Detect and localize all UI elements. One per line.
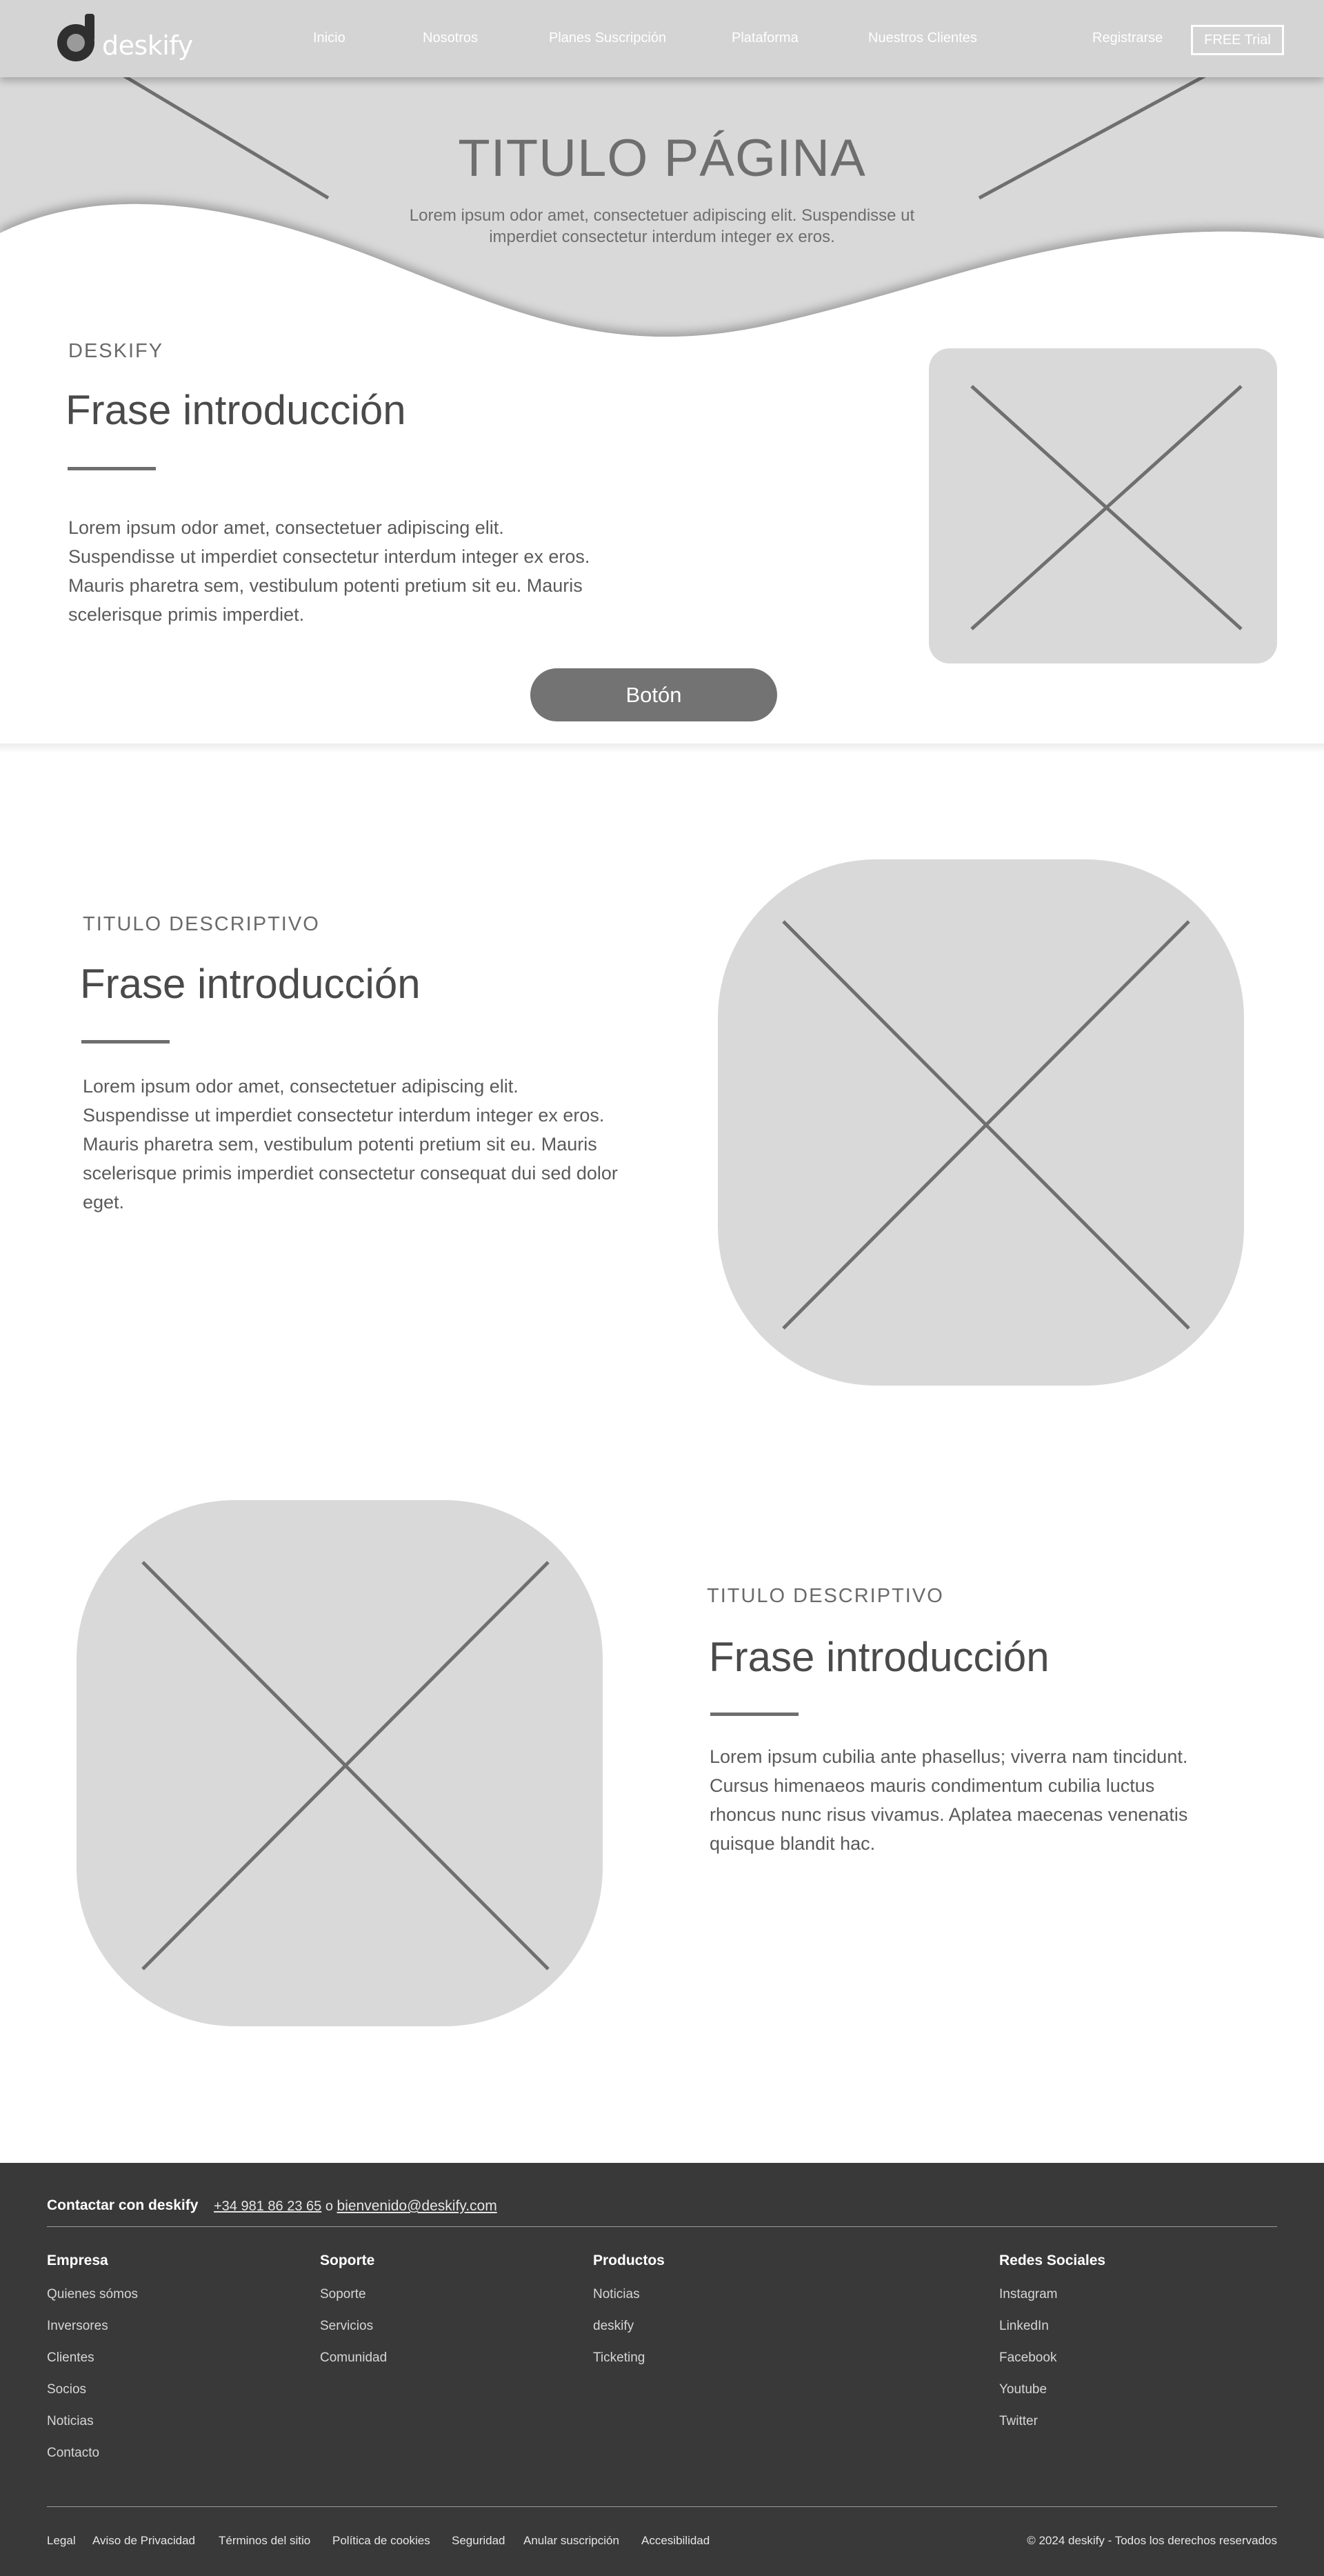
footer-col-redes-title: Redes Sociales: [999, 2253, 1106, 2268]
section1-image-placeholder: [929, 348, 1277, 663]
nav-item-plataforma[interactable]: Plataforma: [732, 30, 799, 46]
brand-logo[interactable]: deskify: [55, 12, 193, 65]
footer-phone-link[interactable]: +34 981 86 23 65: [214, 2199, 321, 2214]
footer-email-link[interactable]: bienvenido@deskify.com: [337, 2198, 497, 2214]
footer-link-contacto[interactable]: Contacto: [47, 2446, 99, 2461]
footer-link-linkedin[interactable]: LinkedIn: [999, 2319, 1049, 2334]
footer-link-comunidad[interactable]: Comunidad: [320, 2350, 387, 2366]
footer-link-facebook[interactable]: Facebook: [999, 2350, 1056, 2366]
section3-heading: Frase introducción: [709, 1634, 1050, 1680]
section2-heading: Frase introducción: [80, 961, 421, 1007]
footer-contact-or: o: [325, 2199, 333, 2214]
footer-link-soporte[interactable]: Soporte: [320, 2287, 366, 2302]
footer-contact-label: Contactar con deskify: [47, 2197, 199, 2213]
primary-button[interactable]: Botón: [530, 668, 777, 721]
nav-item-inicio[interactable]: Inicio: [313, 30, 345, 46]
footer-link-twitter[interactable]: Twitter: [999, 2414, 1038, 2429]
section3-body: Lorem ipsum cubilia ante phasellus; vive…: [710, 1746, 1188, 1854]
footer-link-ticketing[interactable]: Ticketing: [593, 2350, 645, 2366]
section1-bottom-shadow: [0, 743, 1324, 753]
footer-link-instagram[interactable]: Instagram: [999, 2287, 1057, 2302]
footer-security-link[interactable]: Seguridad: [452, 2534, 505, 2548]
nav-item-planes-suscripcion[interactable]: Planes Suscripción: [549, 30, 666, 46]
logo-mark-icon: [57, 14, 94, 61]
section2-eyebrow: TITULO DESCRIPTIVO: [83, 913, 320, 935]
footer-divider-top: [47, 2226, 1277, 2227]
footer-divider-bottom: [47, 2506, 1277, 2507]
footer-unsubscribe-link[interactable]: Anular suscripción: [523, 2534, 619, 2548]
top-navbar: deskify Inicio Nosotros Planes Suscripci…: [0, 0, 1324, 77]
section3-eyebrow: TITULO DESCRIPTIVO: [707, 1585, 944, 1607]
section1-heading: Frase introducción: [66, 387, 406, 433]
page-subtitle: Lorem ipsum odor amet, consectetuer adip…: [409, 206, 915, 246]
site-footer: Contactar con deskify +34 981 86 23 65 o…: [0, 2163, 1324, 2576]
section1-eyebrow: DESKIFY: [68, 340, 164, 362]
footer-link-youtube[interactable]: Youtube: [999, 2382, 1047, 2397]
section1-divider: [68, 467, 156, 470]
section2-body: Lorem ipsum odor amet, consectetuer adip…: [83, 1076, 618, 1212]
footer-link-quienes-somos[interactable]: Quienes sómos: [47, 2287, 138, 2302]
footer-link-deskify[interactable]: deskify: [593, 2319, 634, 2334]
section2-divider: [81, 1040, 170, 1044]
footer-copyright: © 2024 deskify - Todos los derechos rese…: [1027, 2534, 1277, 2547]
nav-item-nuestros-clientes[interactable]: Nuestros Clientes: [868, 30, 977, 46]
footer-col-empresa-title: Empresa: [47, 2253, 108, 2268]
register-link[interactable]: Registrarse: [1092, 30, 1163, 46]
footer-contact-info: +34 981 86 23 65 o bienvenido@deskify.co…: [214, 2198, 497, 2215]
footer-link-socios[interactable]: Socios: [47, 2382, 86, 2397]
nav-item-nosotros[interactable]: Nosotros: [423, 30, 478, 46]
footer-accessibility-link[interactable]: Accesibilidad: [641, 2534, 710, 2548]
section3-divider: [710, 1713, 799, 1716]
section2-image-placeholder: [718, 859, 1244, 1386]
footer-cookies-link[interactable]: Política de cookies: [332, 2534, 430, 2548]
footer-link-noticias[interactable]: Noticias: [47, 2414, 94, 2429]
page-title: TITULO PÁGINA: [458, 129, 866, 188]
footer-privacy-link[interactable]: Aviso de Privacidad: [92, 2534, 195, 2548]
section1-body: Lorem ipsum odor amet, consectetuer adip…: [68, 517, 590, 625]
footer-terms-link[interactable]: Términos del sitio: [219, 2534, 310, 2548]
footer-col-productos-title: Productos: [593, 2253, 665, 2268]
free-trial-button[interactable]: FREE Trial: [1191, 25, 1284, 55]
footer-link-inversores[interactable]: Inversores: [47, 2319, 108, 2334]
section3-image-placeholder: [77, 1500, 603, 2026]
footer-legal-link[interactable]: Legal: [47, 2534, 76, 2548]
footer-link-clientes[interactable]: Clientes: [47, 2350, 94, 2366]
footer-link-productos-noticias[interactable]: Noticias: [593, 2287, 640, 2302]
footer-col-soporte-title: Soporte: [320, 2253, 375, 2268]
logo-wordmark: deskify: [102, 30, 193, 61]
footer-link-servicios[interactable]: Servicios: [320, 2319, 373, 2334]
